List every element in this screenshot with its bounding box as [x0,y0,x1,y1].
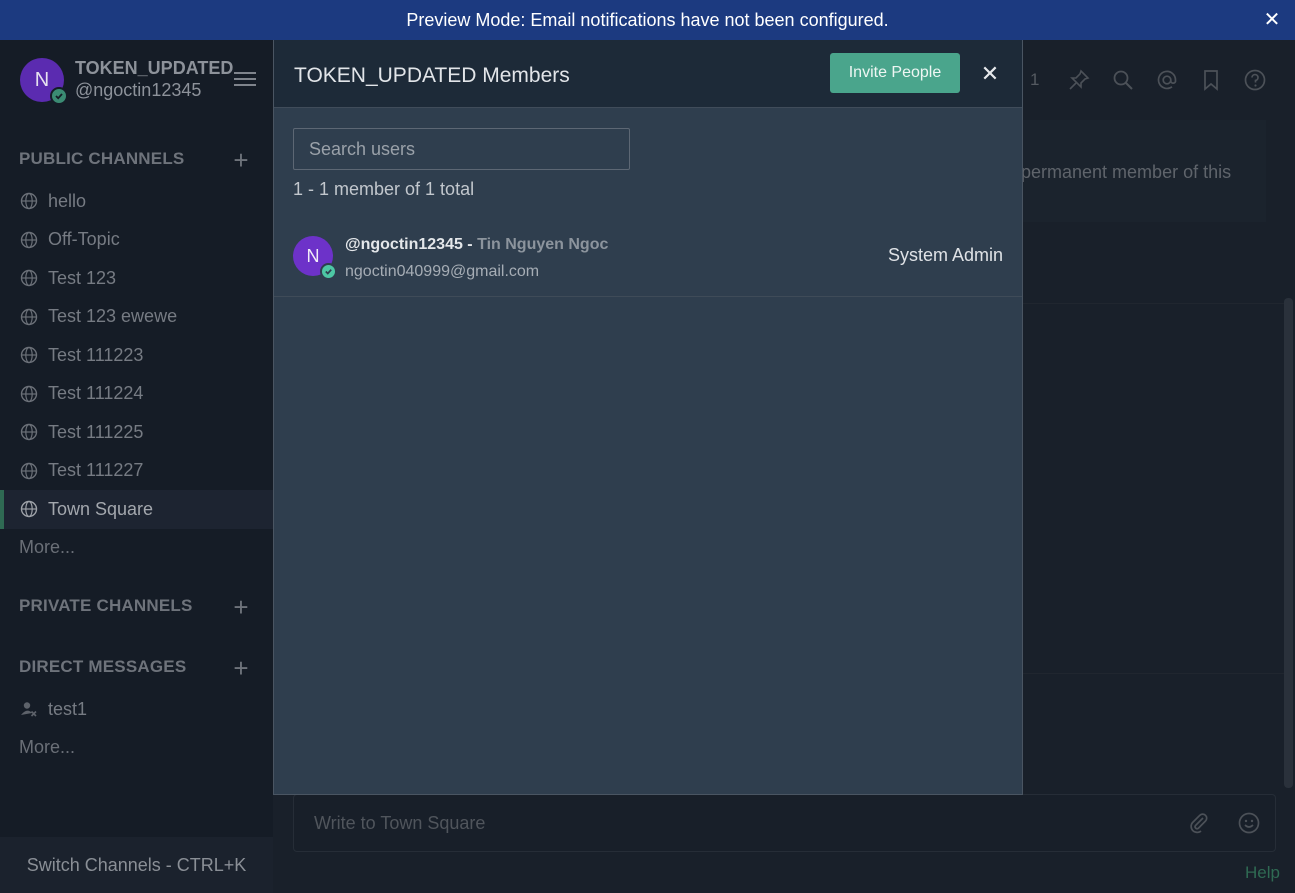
online-status-icon [320,263,337,280]
member-count-text: 1 - 1 member of 1 total [293,179,475,199]
member-role: System Admin [887,245,1003,265]
pin-icon[interactable] [1067,68,1091,92]
search-icon[interactable] [1111,68,1135,92]
modal-header: TOKEN_UPDATED Members Invite People ✕ [274,40,1022,108]
help-icon[interactable] [1243,68,1267,92]
add-private-channel-icon[interactable]: + [230,594,252,620]
banner-close-icon[interactable]: ✕ [1261,9,1283,31]
sidebar-item-test-123-ewewe[interactable]: Test 123 ewewe [0,298,273,337]
bookmark-icon[interactable] [1199,68,1223,92]
team-avatar-initial: N [34,68,50,91]
announcement-banner: Preview Mode: Email notifications have n… [0,0,1295,40]
banner-text: Preview Mode: Email notifications have n… [406,9,889,30]
current-username: @ngoctin12345 [75,80,202,100]
add-direct-message-icon[interactable]: + [230,655,252,681]
composer-icons [1187,811,1261,835]
invite-people-button[interactable]: Invite People [830,53,960,93]
sidebar-item-test-111223[interactable]: Test 111223 [0,336,273,375]
sidebar-item-test-111224[interactable]: Test 111224 [0,375,273,414]
member-email: ngoctin040999@gmail.com [345,263,540,280]
team-name: TOKEN_UPDATED [75,58,234,78]
globe-icon [20,270,38,287]
close-icon[interactable]: ✕ [978,62,1002,86]
sidebar: N TOKEN_UPDATED @ngoctin12345 PUBLIC CHA… [0,40,273,893]
sidebar-item-hello[interactable]: hello [0,182,273,221]
sidebar-item-label: Off-Topic [48,229,120,250]
member-username: @ngoctin12345 - [345,236,473,253]
modal-title: TOKEN_UPDATED Members [294,64,570,87]
search-users-input[interactable] [293,128,630,170]
sidebar-item-label: Test 111227 [48,460,144,481]
private-channels-title: PRIVATE CHANNELS [19,596,193,615]
divider [1022,673,1284,674]
globe-icon [20,385,38,402]
member-fullname: Tin Nguyen Ngoc [477,236,609,253]
online-status-icon [50,87,68,105]
at-mention-icon[interactable] [1155,68,1179,92]
direct-message-list: test1 [0,690,273,729]
more-direct-messages-link[interactable]: More... [19,737,75,758]
emoji-icon[interactable] [1237,811,1261,835]
globe-icon [20,231,38,248]
sidebar-item-test-123[interactable]: Test 123 [0,259,273,298]
main-menu-icon[interactable] [234,72,256,88]
globe-icon [20,193,38,210]
avatar[interactable]: N [293,236,337,280]
globe-icon [20,462,38,479]
member-count-value: 1 [1030,70,1040,89]
members-modal: TOKEN_UPDATED Members Invite People ✕ 1 … [273,40,1023,795]
composer-placeholder: Write to Town Square [314,813,486,833]
divider [1022,303,1284,304]
sidebar-item-label: Town Square [48,498,154,519]
more-public-channels-link[interactable]: More... [19,537,75,558]
sidebar-item-town-square[interactable]: Town Square [0,490,273,529]
globe-icon [20,347,38,364]
avatar-initial: N [306,245,320,266]
direct-messages-title: DIRECT MESSAGES [19,657,187,676]
sidebar-item-test-111227[interactable]: Test 111227 [0,452,273,491]
sidebar-item-off-topic[interactable]: Off-Topic [0,221,273,260]
add-public-channel-icon[interactable]: + [230,147,252,173]
message-composer[interactable]: Write to Town Square [293,794,1276,852]
help-link[interactable]: Help [1245,863,1280,883]
public-channels-title: PUBLIC CHANNELS [19,149,185,168]
sidebar-item-test1[interactable]: test1 [0,690,273,729]
sidebar-item-label: Test 111225 [48,421,144,442]
switch-channels-button[interactable]: Switch Channels - CTRL+K [0,837,273,893]
globe-icon [20,424,38,441]
sidebar-item-label: hello [48,190,87,211]
public-channel-list: hello Off-Topic Test 123 Test 123 ewewe … [0,182,273,529]
sidebar-item-test-111225[interactable]: Test 111225 [0,413,273,452]
member-row[interactable]: N @ngoctin12345 - Tin Nguyen Ngoc ngocti… [274,218,1022,297]
sidebar-item-label: Test 111223 [48,344,144,365]
sidebar-item-label: Test 123 [48,267,117,288]
attachment-icon[interactable] [1187,811,1211,835]
sidebar-item-label: Test 123 ewewe [48,306,178,327]
sidebar-item-label: Test 111224 [48,383,144,404]
team-avatar[interactable]: N [20,58,68,105]
user-offline-icon [21,702,37,717]
scrollbar[interactable] [1284,298,1293,788]
channel-intro-text: permanent member of this [1021,162,1232,182]
globe-icon [20,308,38,325]
team-header[interactable]: N TOKEN_UPDATED @ngoctin12345 [0,40,273,120]
globe-icon [20,501,38,518]
channel-header-icons [1067,68,1267,92]
member-name-line: @ngoctin12345 - Tin Nguyen Ngoc [345,236,608,254]
sidebar-item-label: test1 [48,698,88,719]
